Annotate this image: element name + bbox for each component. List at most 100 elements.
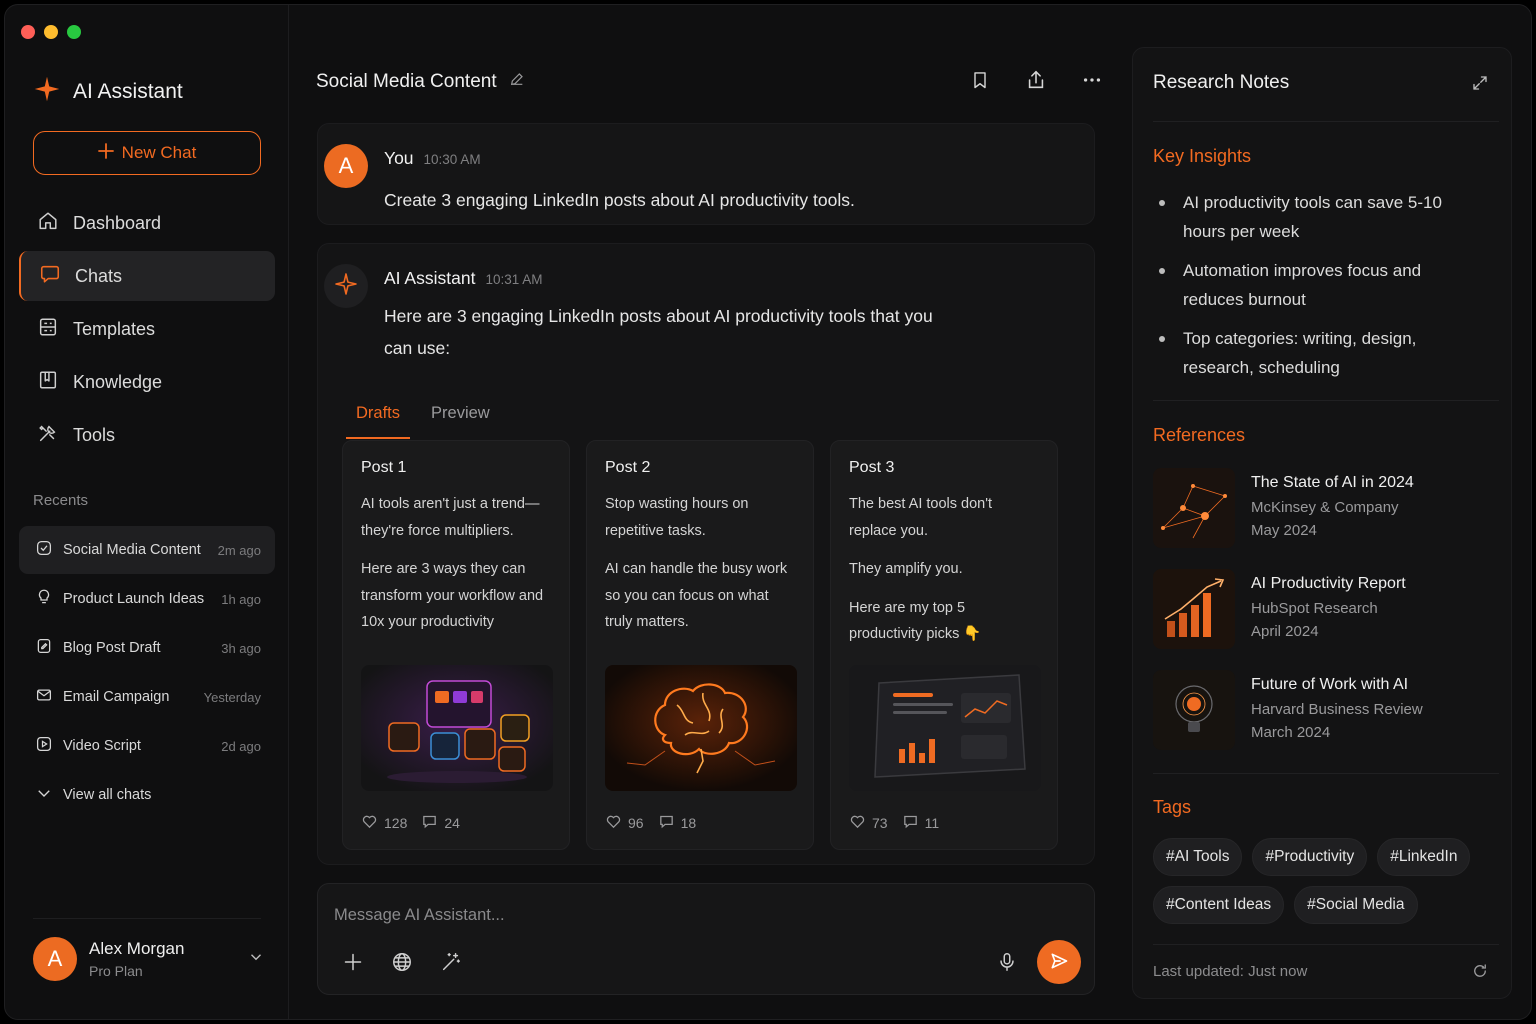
nav-item-knowledge[interactable]: Knowledge bbox=[19, 357, 275, 407]
tab-preview[interactable]: Preview bbox=[421, 400, 500, 439]
message-meta: You 10:30 AM bbox=[384, 148, 481, 169]
check-circle-icon bbox=[35, 539, 53, 561]
network-thumbnail bbox=[1153, 468, 1235, 548]
like-count[interactable]: 73 bbox=[849, 813, 888, 833]
expand-icon[interactable] bbox=[1471, 74, 1491, 94]
view-all-chats-link[interactable]: View all chats bbox=[19, 771, 275, 819]
message-text: Here are 3 engaging LinkedIn posts about… bbox=[384, 306, 933, 358]
composer-tools bbox=[342, 951, 462, 973]
heart-icon bbox=[849, 813, 866, 833]
references-heading: References bbox=[1153, 425, 1246, 445]
reference-title: AI Productivity Report bbox=[1251, 575, 1406, 592]
tags-list: #AI Tools #Productivity #LinkedIn #Conte… bbox=[1153, 838, 1493, 924]
reference-date: March 2024 bbox=[1251, 724, 1331, 741]
comment-count[interactable]: 11 bbox=[902, 813, 940, 833]
nav-item-dashboard[interactable]: Dashboard bbox=[19, 198, 275, 248]
refresh-icon[interactable] bbox=[1471, 962, 1491, 982]
reference-item[interactable]: Future of Work with AI Harvard Business … bbox=[1153, 670, 1493, 771]
comment-value: 24 bbox=[444, 815, 460, 831]
edit-title-icon[interactable] bbox=[509, 71, 525, 93]
recent-time: 1h ago bbox=[221, 591, 261, 607]
heart-icon bbox=[605, 813, 622, 833]
like-value: 128 bbox=[384, 815, 408, 831]
reference-date: April 2024 bbox=[1251, 623, 1319, 640]
post-card[interactable]: Post 2 Stop wasting hours on repetitive … bbox=[586, 440, 814, 850]
recent-time: 2d ago bbox=[221, 738, 261, 754]
recent-label: Social Media Content bbox=[63, 542, 201, 558]
video-icon bbox=[35, 735, 53, 757]
nav-label: Chats bbox=[75, 265, 123, 286]
tablet-dashboard-image[interactable] bbox=[849, 665, 1041, 791]
reference-info: Future of Work with AI Harvard Business … bbox=[1251, 670, 1423, 771]
message-input[interactable] bbox=[334, 902, 1074, 928]
recent-label: Product Launch Ideas bbox=[63, 591, 205, 607]
reference-item[interactable]: The State of AI in 2024 McKinsey & Compa… bbox=[1153, 468, 1493, 569]
send-button[interactable] bbox=[1037, 940, 1081, 984]
comment-value: 11 bbox=[924, 815, 940, 831]
comment-count[interactable]: 24 bbox=[421, 813, 460, 833]
recent-label: Blog Post Draft bbox=[63, 640, 161, 656]
user-plan: Pro Plan bbox=[89, 963, 143, 979]
divider bbox=[1153, 944, 1499, 945]
attach-plus-icon[interactable] bbox=[342, 951, 364, 973]
post-title: Post 3 bbox=[849, 459, 895, 476]
comment-count[interactable]: 18 bbox=[658, 813, 696, 833]
last-updated: Last updated: Just now bbox=[1153, 963, 1308, 980]
user-message: A You 10:30 AM Create 3 engaging LinkedI… bbox=[317, 123, 1095, 225]
new-chat-label: New Chat bbox=[121, 143, 197, 162]
app-name: AI Assistant bbox=[73, 79, 183, 103]
comment-icon bbox=[658, 813, 675, 833]
reference-info: The State of AI in 2024 McKinsey & Compa… bbox=[1251, 468, 1414, 569]
recent-item-email-campaign[interactable]: Email Campaign Yesterday bbox=[19, 673, 275, 721]
divider bbox=[1153, 773, 1499, 774]
nav-label: Knowledge bbox=[73, 371, 163, 392]
user-info: Alex Morgan Pro Plan bbox=[89, 939, 184, 979]
user-menu[interactable]: A Alex Morgan Pro Plan bbox=[33, 937, 265, 981]
message-author: You bbox=[384, 148, 414, 168]
more-options-icon[interactable] bbox=[1081, 69, 1103, 91]
sparkle-logo-icon bbox=[33, 75, 61, 108]
post-card[interactable]: Post 1 AI tools aren't just a trend—they… bbox=[342, 440, 570, 850]
tag-chip[interactable]: #AI Tools bbox=[1153, 838, 1243, 876]
microphone-icon[interactable] bbox=[996, 951, 1018, 973]
tab-drafts[interactable]: Drafts bbox=[346, 400, 411, 439]
like-count[interactable]: 96 bbox=[605, 813, 644, 833]
post-stats: 128 24 bbox=[361, 813, 460, 833]
new-chat-button[interactable]: New Chat bbox=[33, 131, 261, 175]
nav-item-tools[interactable]: Tools bbox=[19, 410, 275, 460]
tag-chip[interactable]: #Productivity bbox=[1252, 838, 1368, 876]
nav-item-templates[interactable]: Templates bbox=[19, 304, 275, 354]
message-composer bbox=[317, 883, 1095, 995]
mail-icon bbox=[35, 686, 53, 708]
recent-item-video-script[interactable]: Video Script 2d ago bbox=[19, 722, 275, 770]
insights-list: AI productivity tools can save 5-10 hour… bbox=[1159, 188, 1479, 392]
recent-item-blog-post-draft[interactable]: Blog Post Draft 3h ago bbox=[19, 624, 275, 672]
plus-icon bbox=[97, 142, 114, 164]
bookmark-icon[interactable] bbox=[969, 69, 991, 91]
recents-heading: Recents bbox=[33, 492, 89, 509]
home-icon bbox=[37, 210, 59, 237]
lightbulb-thumbnail bbox=[1153, 670, 1235, 750]
chat-icon bbox=[39, 263, 61, 290]
post-paragraph: AI tools aren't just a trend—they're for… bbox=[361, 496, 540, 539]
reference-item[interactable]: AI Productivity Report HubSpot Research … bbox=[1153, 569, 1493, 670]
share-icon[interactable] bbox=[1025, 69, 1047, 91]
tag-chip[interactable]: #Social Media bbox=[1294, 886, 1418, 924]
chevron-down-icon bbox=[247, 948, 265, 971]
tag-chip[interactable]: #LinkedIn bbox=[1377, 838, 1471, 876]
post-card[interactable]: Post 3 The best AI tools don't replace y… bbox=[830, 440, 1058, 850]
tag-chip[interactable]: #Content Ideas bbox=[1153, 886, 1285, 924]
nav-item-chats[interactable]: Chats bbox=[19, 251, 275, 301]
magic-wand-icon[interactable] bbox=[440, 951, 462, 973]
app-icons-image[interactable] bbox=[361, 665, 553, 791]
like-count[interactable]: 128 bbox=[361, 813, 407, 833]
recent-item-product-launch-ideas[interactable]: Product Launch Ideas 1h ago bbox=[19, 575, 275, 623]
glowing-brain-image[interactable] bbox=[605, 665, 797, 791]
send-icon bbox=[1049, 951, 1069, 974]
recents-list: Social Media Content 2m ago Product Laun… bbox=[19, 526, 275, 819]
globe-icon[interactable] bbox=[391, 951, 413, 973]
view-all-label: View all chats bbox=[63, 787, 152, 803]
research-notes-panel: Research Notes Key Insights AI productiv… bbox=[1132, 47, 1512, 999]
recent-item-social-media-content[interactable]: Social Media Content 2m ago bbox=[19, 526, 275, 574]
list-item: AI productivity tools can save 5-10 hour… bbox=[1159, 188, 1479, 246]
